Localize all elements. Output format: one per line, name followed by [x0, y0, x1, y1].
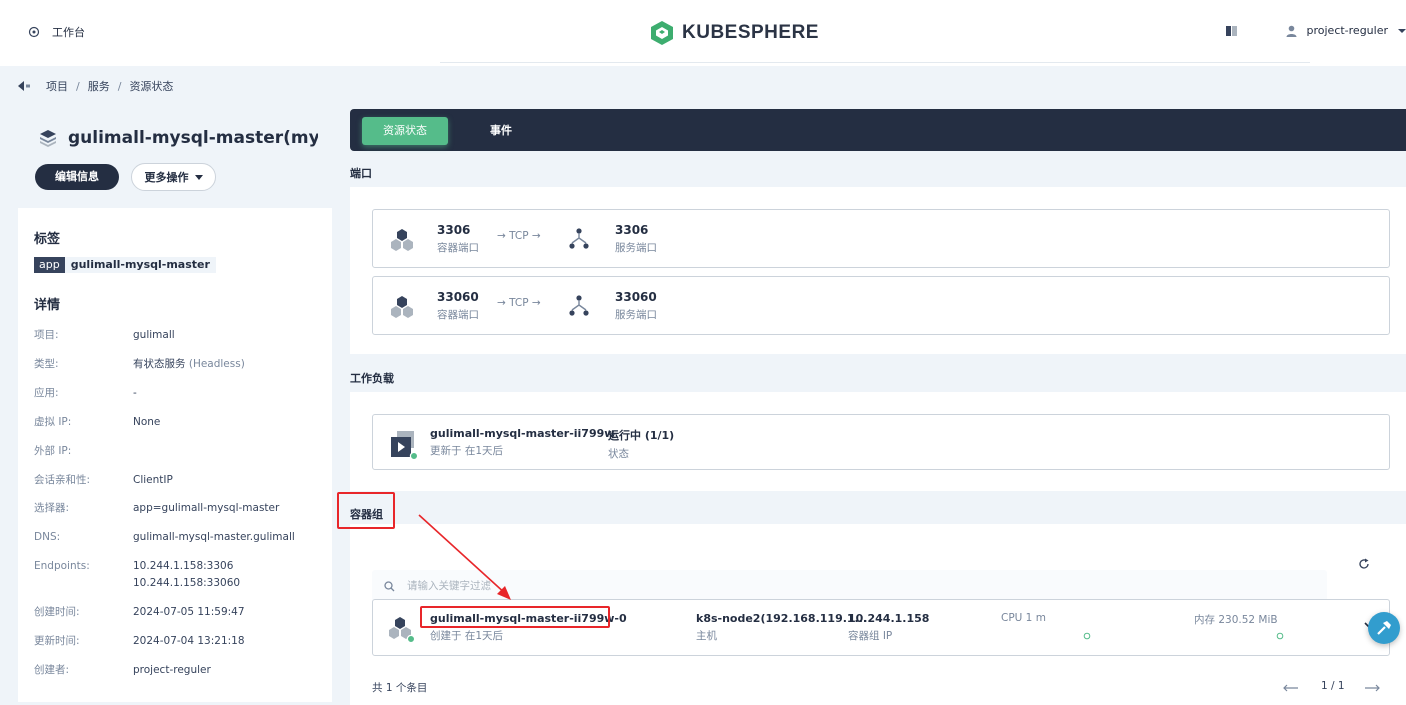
service-header: gulimall-mysql-master(mysq... 编辑信息 更多操作: [18, 108, 332, 208]
labels-title: 标签: [34, 232, 61, 247]
user-icon: [1286, 25, 1296, 37]
header-divider: [440, 62, 1310, 63]
breadcrumb-resource-status: 资源状态: [129, 80, 174, 93]
refresh-icon[interactable]: [1358, 558, 1370, 570]
prev-page-icon[interactable]: [1283, 684, 1299, 692]
annotation-box-pod-name: [420, 606, 610, 628]
pod-node-label: 主机: [696, 630, 717, 642]
service-port: 3306: [615, 223, 649, 237]
workbench-icon: [28, 26, 40, 38]
service-port-label: 服务端口: [615, 242, 657, 254]
detail-row-creator: 创建者: project-reguler: [34, 664, 211, 676]
pod-node[interactable]: k8s-node2(192.168.119.1...: [696, 612, 867, 625]
port-row: 33060 容器端口 → TCP → 33060 服务端口: [372, 276, 1390, 335]
workload-row[interactable]: gulimall-mysql-master-ii799w 更新于 在1天后 运行…: [372, 414, 1390, 470]
kubesphere-logo[interactable]: KUBESPHERE: [650, 20, 819, 46]
breadcrumb-separator: /: [76, 79, 80, 93]
caret-down-icon: [1398, 28, 1406, 33]
search-icon: [384, 580, 395, 591]
logo-text: KUBESPHERE: [682, 22, 819, 43]
ports-title: 端口: [350, 167, 372, 180]
docs-icon[interactable]: [1225, 25, 1238, 36]
service-port-icon: [569, 295, 589, 316]
service-port-label: 服务端口: [615, 309, 657, 321]
tab-bar: 资源状态 事件: [350, 109, 1406, 151]
port-protocol: → TCP →: [497, 297, 541, 309]
breadcrumb-project[interactable]: 项目: [46, 78, 68, 94]
tab-events[interactable]: 事件: [490, 117, 512, 145]
detail-row-selector: 选择器: app=gulimall-mysql-master: [34, 502, 280, 514]
detail-row-created: 创建时间: 2024-07-05 11:59:47: [34, 606, 245, 618]
container-port-label: 容器端口: [437, 242, 479, 254]
detail-row-type: 类型: 有状态服务 (Headless): [34, 358, 245, 370]
container-port: 33060: [437, 290, 479, 304]
total-count: 共 1 个条目: [372, 682, 428, 694]
pod-icon: [389, 617, 416, 644]
container-port-label: 容器端口: [437, 309, 479, 321]
annotation-arrow: [418, 514, 511, 600]
breadcrumb-separator: /: [117, 79, 122, 93]
label-value: gulimall-mysql-master: [64, 257, 216, 273]
label-tag: app gulimall-mysql-master: [34, 257, 216, 273]
container-port: 3306: [437, 223, 471, 237]
ports-panel: 3306 容器端口 → TCP → 3306 服务端口 33060 容器端口 →…: [350, 187, 1406, 354]
service-icon: [40, 130, 56, 147]
user-menu[interactable]: project-reguler: [1286, 24, 1406, 37]
workload-panel: gulimall-mysql-master-ii799w 更新于 在1天后 运行…: [350, 392, 1406, 491]
workload-updated: 更新于 在1天后: [430, 445, 504, 457]
detail-row-external-ip: 外部 IP:: [34, 445, 72, 457]
port-protocol: → TCP →: [497, 230, 541, 242]
memory-status-dot: [1276, 632, 1284, 640]
workload-name[interactable]: gulimall-mysql-master-ii799w: [430, 427, 614, 440]
detail-row-dns: DNS: gulimall-mysql-master.gulimall: [34, 531, 295, 543]
detail-card: 标签 app gulimall-mysql-master 详情 项目: gulim…: [18, 208, 332, 702]
details-title: 详情: [34, 298, 61, 313]
workload-status: 运行中 (1/1): [608, 429, 675, 442]
username: project-reguler: [1306, 24, 1389, 37]
workload-icon: [391, 431, 418, 461]
pod-cpu: CPU 1 m: [1001, 612, 1046, 624]
logo-icon: [651, 21, 673, 45]
pod-ip: 10.244.1.158: [848, 612, 930, 625]
detail-row-updated: 更新时间: 2024-07-04 13:21:18: [34, 635, 245, 647]
back-icon[interactable]: [18, 81, 32, 91]
tab-resource-status[interactable]: 资源状态: [362, 117, 448, 145]
breadcrumb: 项目 / 服务 / 资源状态: [18, 78, 173, 94]
pod-created: 创建于 在1天后: [430, 630, 504, 642]
hammer-icon: [1377, 621, 1391, 635]
breadcrumb-services[interactable]: 服务: [88, 78, 110, 94]
workbench-link[interactable]: 工作台: [28, 24, 85, 40]
pagination-info: 1 / 1: [1321, 680, 1345, 692]
workbench-label: 工作台: [52, 26, 85, 39]
container-port-icon: [391, 296, 413, 318]
detail-row-session-affinity: 会话亲和性: ClientIP: [34, 474, 173, 486]
service-port: 33060: [615, 290, 657, 304]
detail-row-virtual-ip: 虚拟 IP: None: [34, 416, 161, 428]
service-port-icon: [569, 228, 589, 249]
detail-row-app: 应用: -: [34, 387, 137, 399]
more-actions-button[interactable]: 更多操作: [131, 163, 216, 191]
detail-row-project: 项目: gulimall: [34, 329, 175, 341]
annotation-box-pods-title: [337, 492, 395, 529]
pod-memory: 内存 230.52 MiB: [1194, 614, 1278, 626]
top-header: 工作台 KUBESPHERE project-reguler: [0, 0, 1406, 66]
caret-down-icon: [194, 174, 203, 180]
workload-status-label: 状态: [608, 448, 629, 460]
container-port-icon: [391, 229, 413, 251]
label-key: app: [34, 257, 65, 273]
workload-title: 工作负载: [350, 372, 394, 385]
detail-row-endpoints: Endpoints: 10.244.1.158:3306 10.244.1.158:…: [34, 560, 241, 589]
help-button[interactable]: [1368, 612, 1400, 644]
port-row: 3306 容器端口 → TCP → 3306 服务端口: [372, 209, 1390, 268]
pod-ip-label: 容器组 IP: [848, 630, 893, 642]
service-name: gulimall-mysql-master(mysq...: [68, 128, 318, 148]
edit-info-button[interactable]: 编辑信息: [35, 164, 119, 190]
more-actions-label: 更多操作: [144, 171, 189, 184]
next-page-icon[interactable]: [1364, 684, 1380, 692]
cpu-status-dot: [1083, 632, 1091, 640]
